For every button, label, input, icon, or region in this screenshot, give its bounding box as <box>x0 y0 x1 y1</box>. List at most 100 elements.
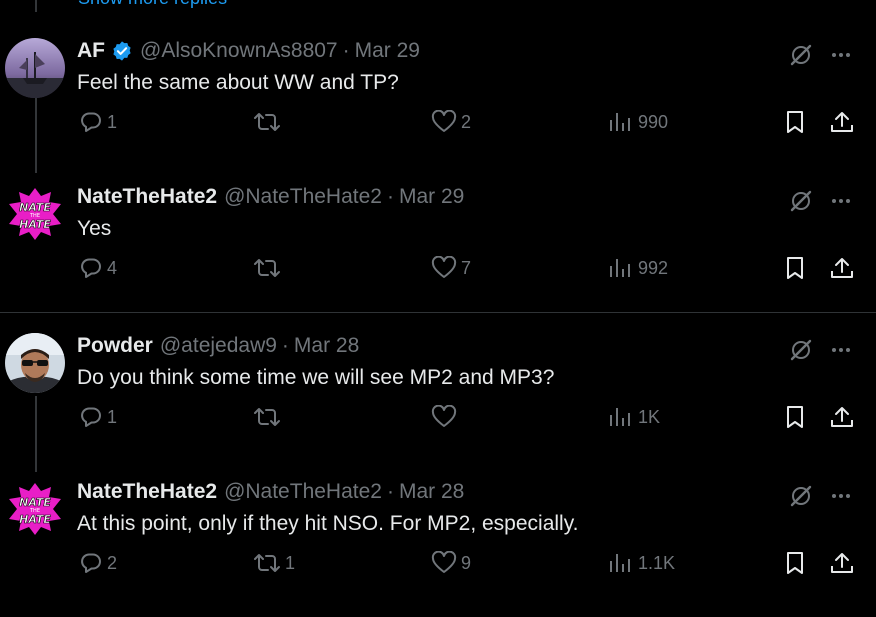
like-button[interactable] <box>431 405 461 429</box>
tweet-text: At this point, only if they hit NSO. For… <box>77 512 579 535</box>
bookmark-icon <box>784 256 806 280</box>
bookmark-button[interactable] <box>784 256 806 280</box>
share-upload-icon <box>829 110 855 134</box>
avatar[interactable]: NATE THE HATE <box>5 184 65 244</box>
more-dots-icon[interactable] <box>828 337 854 363</box>
thread-line <box>35 0 37 12</box>
more-dots-icon[interactable] <box>828 42 854 68</box>
views-button[interactable]: 990 <box>608 110 668 134</box>
svg-text:HATE: HATE <box>19 513 51 526</box>
retweet-count: 1 <box>285 552 296 573</box>
views-bar-chart-icon <box>608 551 634 575</box>
share-button[interactable] <box>829 110 855 134</box>
user-handle[interactable]: @atejedaw9 <box>160 334 277 358</box>
tweet[interactable]: Powder @atejedaw9 · Mar 28 Do you think … <box>0 325 876 471</box>
separator-dot: · <box>281 334 289 357</box>
user-handle[interactable]: @NateTheHate2 <box>224 185 382 209</box>
separator-dot: · <box>386 480 394 503</box>
user-handle[interactable]: @AlsoKnownAs8807 <box>140 39 338 63</box>
reply-button[interactable]: 1 <box>79 110 117 134</box>
avatar[interactable] <box>5 333 65 393</box>
more-dots-icon[interactable] <box>828 188 854 214</box>
retweet-icon <box>253 110 281 134</box>
retweet-button[interactable] <box>253 256 285 280</box>
display-name[interactable]: NateTheHate2 <box>77 480 217 504</box>
like-count: 7 <box>461 257 472 278</box>
tweet-date[interactable]: Mar 29 <box>355 39 420 63</box>
reply-button[interactable]: 4 <box>79 256 117 280</box>
display-name[interactable]: Powder <box>77 334 153 358</box>
show-more-replies-link[interactable]: Show more replies <box>78 0 227 9</box>
svg-text:HATE: HATE <box>19 218 51 231</box>
more-dots-icon[interactable] <box>828 483 854 509</box>
reply-count: 1 <box>107 406 118 427</box>
reply-bubble-icon <box>79 110 103 134</box>
views-count: 1.1K <box>638 552 676 573</box>
tweet-text: Yes <box>77 217 112 240</box>
bookmark-icon <box>784 551 806 575</box>
user-handle[interactable]: @NateTheHate2 <box>224 480 382 504</box>
bookmark-button[interactable] <box>784 110 806 134</box>
views-count: 992 <box>638 257 669 278</box>
like-count: 9 <box>461 552 472 573</box>
tweet-date[interactable]: Mar 28 <box>294 334 359 358</box>
grok-slash-icon[interactable] <box>788 188 814 214</box>
share-upload-icon <box>829 256 855 280</box>
views-button[interactable]: 992 <box>608 256 668 280</box>
like-button[interactable]: 7 <box>431 256 471 280</box>
display-name[interactable]: AF <box>77 39 105 63</box>
separator-dot: · <box>386 185 394 208</box>
bookmark-icon <box>784 405 806 429</box>
retweet-icon <box>253 551 281 575</box>
tweet-date[interactable]: Mar 29 <box>399 185 464 209</box>
bookmark-button[interactable] <box>784 405 806 429</box>
reply-button[interactable]: 1 <box>79 405 117 429</box>
views-button[interactable]: 1.1K <box>608 551 675 575</box>
reply-bubble-icon <box>79 551 103 575</box>
heart-icon <box>431 551 457 575</box>
views-count: 990 <box>638 111 669 132</box>
tweet-date[interactable]: Mar 28 <box>399 480 464 504</box>
tweet-text: Feel the same about WW and TP? <box>77 71 399 94</box>
like-count: 2 <box>461 111 472 132</box>
share-button[interactable] <box>829 551 855 575</box>
grok-slash-icon[interactable] <box>788 337 814 363</box>
heart-icon <box>431 110 457 134</box>
retweet-button[interactable] <box>253 110 285 134</box>
bookmark-icon <box>784 110 806 134</box>
separator-dot: · <box>342 39 350 62</box>
share-button[interactable] <box>829 256 855 280</box>
views-bar-chart-icon <box>608 405 634 429</box>
tweet[interactable]: NATE THE HATE NateTheHate2 @NateTheHate2… <box>0 471 876 617</box>
heart-icon <box>431 405 457 429</box>
heart-icon <box>431 256 457 280</box>
views-bar-chart-icon <box>608 256 634 280</box>
share-upload-icon <box>829 551 855 575</box>
like-button[interactable]: 9 <box>431 551 471 575</box>
retweet-icon <box>253 405 281 429</box>
avatar[interactable] <box>5 38 65 98</box>
avatar[interactable]: NATE THE HATE <box>5 479 65 539</box>
reply-count: 2 <box>107 552 118 573</box>
retweet-icon <box>253 256 281 280</box>
reply-button[interactable]: 2 <box>79 551 117 575</box>
views-button[interactable]: 1K <box>608 405 660 429</box>
display-name[interactable]: NateTheHate2 <box>77 185 217 209</box>
reply-count: 4 <box>107 257 118 278</box>
reply-bubble-icon <box>79 405 103 429</box>
reply-count: 1 <box>107 111 118 132</box>
views-count: 1K <box>638 406 661 427</box>
grok-slash-icon[interactable] <box>788 483 814 509</box>
reply-bubble-icon <box>79 256 103 280</box>
share-upload-icon <box>829 405 855 429</box>
verified-badge-icon <box>111 40 133 62</box>
retweet-button[interactable]: 1 <box>253 551 295 575</box>
share-button[interactable] <box>829 405 855 429</box>
like-button[interactable]: 2 <box>431 110 471 134</box>
retweet-button[interactable] <box>253 405 285 429</box>
tweet-text: Do you think some time we will see MP2 a… <box>77 366 555 389</box>
tweet[interactable]: AF @AlsoKnownAs8807 · Mar 29 Feel the sa… <box>0 30 876 176</box>
tweet[interactable]: NATE THE HATE NateTheHate2 @NateTheHate2… <box>0 176 876 322</box>
grok-slash-icon[interactable] <box>788 42 814 68</box>
bookmark-button[interactable] <box>784 551 806 575</box>
